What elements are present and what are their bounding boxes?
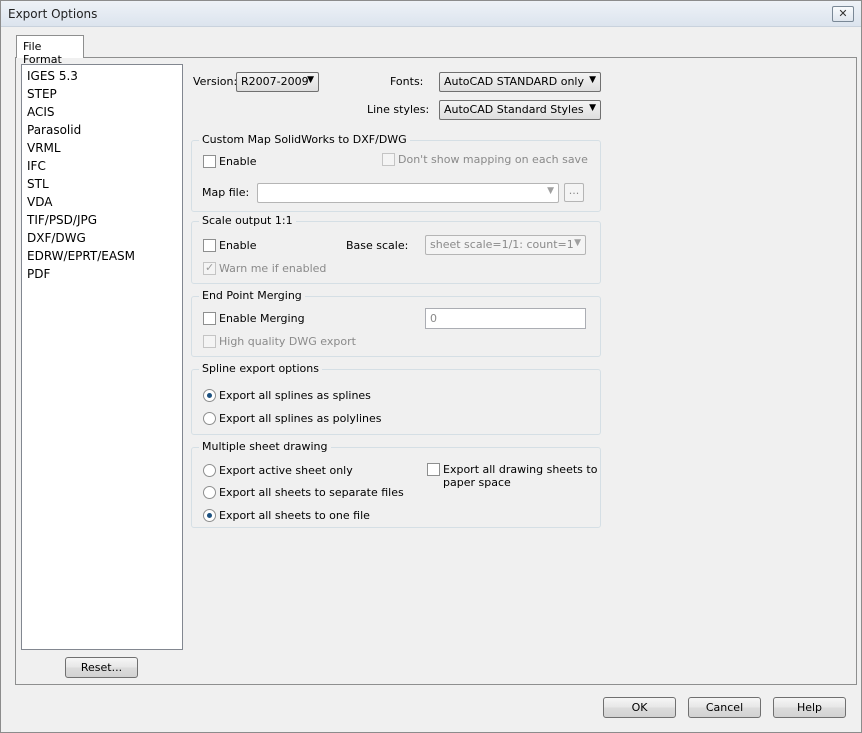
dont-show-mapping-label: Don't show mapping on each save [398,153,588,166]
title-bar: Export Options ✕ [1,1,861,27]
spline-as-polylines-label: Export all splines as polylines [219,412,382,425]
paper-space-label-line2: paper space [443,476,511,489]
high-quality-dwg-checkbox[interactable] [203,335,216,348]
checkmark-icon: ✓ [205,261,215,274]
fonts-select[interactable]: AutoCAD STANDARD only ▼ [439,72,601,92]
one-file-label: Export all sheets to one file [219,509,370,522]
enable-merging-label: Enable Merging [219,312,305,325]
format-item-dxf-dwg[interactable]: DXF/DWG [22,229,182,247]
format-list[interactable]: IGES 5.3 STEP ACIS Parasolid VRML IFC ST… [21,64,183,650]
format-item-parasolid[interactable]: Parasolid [22,121,182,139]
fonts-label: Fonts: [390,75,424,88]
fonts-value: AutoCAD STANDARD only [444,75,584,88]
radio-selected-dot [207,393,212,398]
base-scale-label: Base scale: [346,239,409,252]
line-styles-select[interactable]: AutoCAD Standard Styles ▼ [439,100,601,120]
format-item-iges[interactable]: IGES 5.3 [22,67,182,85]
format-item-edrw[interactable]: EDRW/EPRT/EASM [22,247,182,265]
format-item-tif[interactable]: TIF/PSD/JPG [22,211,182,229]
base-scale-value: sheet scale=1/1: count=1 [430,238,574,251]
dont-show-mapping-checkbox[interactable] [382,153,395,166]
one-file-radio[interactable] [203,509,216,522]
merging-distance-field[interactable]: 0 [425,308,586,329]
base-scale-select[interactable]: sheet scale=1/1: count=1 ▼ [425,235,586,255]
format-item-stl[interactable]: STL [22,175,182,193]
spline-export-group [191,369,601,435]
reset-button[interactable]: Reset... [65,657,138,678]
spline-as-splines-label: Export all splines as splines [219,389,371,402]
format-item-vrml[interactable]: VRML [22,139,182,157]
spline-export-title: Spline export options [199,362,322,375]
chevron-down-icon: ▼ [307,75,314,85]
tab-file-format[interactable]: File Format [16,35,84,66]
line-styles-value: AutoCAD Standard Styles [444,103,584,116]
chevron-down-icon: ▼ [589,103,596,113]
help-button[interactable]: Help [773,697,846,718]
scale-enable-checkbox[interactable] [203,239,216,252]
window-title: Export Options [8,7,98,21]
custom-map-title: Custom Map SolidWorks to DXF/DWG [199,133,410,146]
export-options-dialog: Export Options ✕ File Format IGES 5.3 ST… [0,0,862,733]
warn-enabled-label: Warn me if enabled [219,262,327,275]
format-item-step[interactable]: STEP [22,85,182,103]
active-sheet-only-label: Export active sheet only [219,464,353,477]
map-file-label: Map file: [202,186,250,199]
separate-files-label: Export all sheets to separate files [219,486,404,499]
chevron-down-icon: ▼ [547,186,554,196]
chevron-down-icon: ▼ [574,238,581,248]
high-quality-dwg-label: High quality DWG export [219,335,356,348]
close-icon[interactable]: ✕ [832,6,854,22]
scale-output-title: Scale output 1:1 [199,214,296,227]
end-point-merging-title: End Point Merging [199,289,305,302]
paper-space-label-line1: Export all drawing sheets to [443,463,598,476]
cancel-button[interactable]: Cancel [688,697,761,718]
format-item-ifc[interactable]: IFC [22,157,182,175]
enable-merging-checkbox[interactable] [203,312,216,325]
custom-map-enable-label: Enable [219,155,257,168]
paper-space-checkbox[interactable] [427,463,440,476]
scale-enable-label: Enable [219,239,257,252]
radio-selected-dot [207,513,212,518]
chevron-down-icon: ▼ [589,75,596,85]
spline-as-splines-radio[interactable] [203,389,216,402]
map-file-select[interactable]: ▼ [257,183,559,203]
custom-map-enable-checkbox[interactable] [203,155,216,168]
browse-map-file-button[interactable]: ... [564,183,584,202]
ok-button[interactable]: OK [603,697,676,718]
version-select[interactable]: R2007-2009 ▼ [236,72,319,92]
active-sheet-only-radio[interactable] [203,464,216,477]
format-item-vda[interactable]: VDA [22,193,182,211]
version-value: R2007-2009 [241,75,309,88]
format-item-acis[interactable]: ACIS [22,103,182,121]
multiple-sheet-title: Multiple sheet drawing [199,440,331,453]
spline-as-polylines-radio[interactable] [203,412,216,425]
line-styles-label: Line styles: [367,103,430,116]
warn-enabled-checkbox[interactable]: ✓ [203,261,216,275]
separate-files-radio[interactable] [203,486,216,499]
format-item-pdf[interactable]: PDF [22,265,182,283]
version-label: Version: [193,75,238,88]
